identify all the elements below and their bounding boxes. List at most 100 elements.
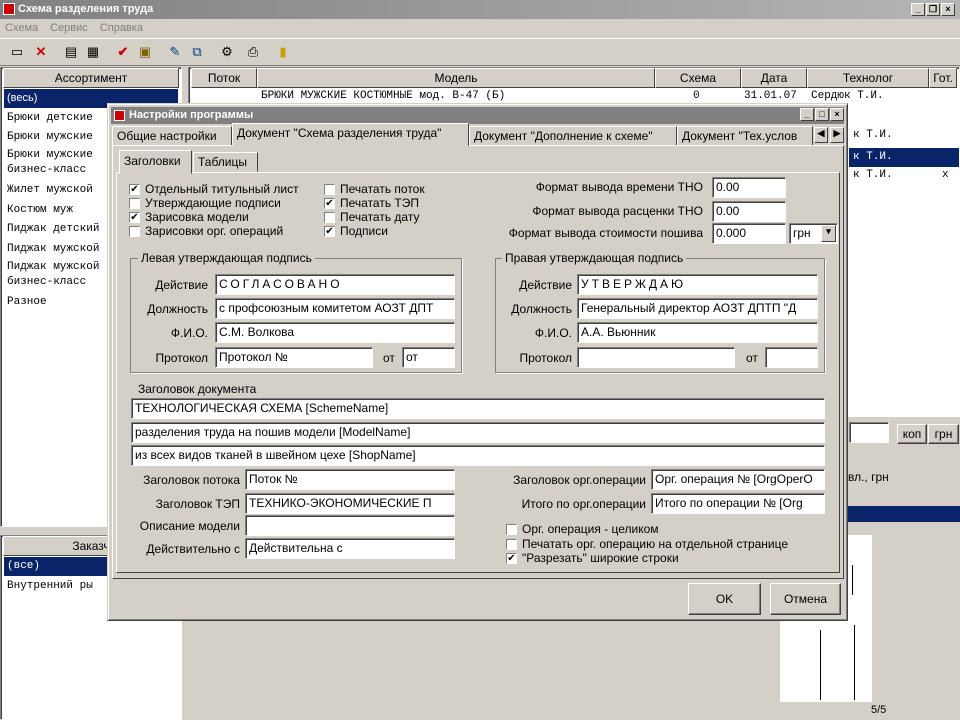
left-name-input[interactable]: С.М. Волкова [215,322,455,343]
checkbox-box[interactable] [129,225,140,237]
delete-icon[interactable]: ✕ [32,43,50,61]
left-protocol-input[interactable]: Протокол № [215,347,373,368]
dialog-close-icon[interactable]: × [830,108,844,121]
restore-icon[interactable]: ❐ [926,3,940,16]
chevron-down-icon[interactable]: ▾ [821,225,836,242]
org-op-total-input[interactable]: Итого по операции № [Org [651,493,825,514]
valid-from-label: Действительно с [146,542,240,556]
app-title: Схема разделения труда [18,3,154,15]
check-approval-signs[interactable]: Утверждающие подписи [129,196,281,210]
right-protocol-input[interactable] [577,347,735,368]
print-icon[interactable]: ⎙ [244,43,262,61]
check-cut-wide-rows[interactable]: ✔ "Разрезать" широкие строки [506,551,679,565]
checkbox-label: Печатать орг. операцию на отдельной стра… [522,537,789,551]
new-doc-icon[interactable]: ▭ [8,43,26,61]
tabs-scroll-right-icon[interactable]: ▶ [830,127,844,143]
check-org-sketches[interactable]: Зарисовки орг. операций [129,224,283,238]
price-format-label: Формат вывода расценки ТНО [532,204,703,218]
left-action-label: Действие [155,278,208,292]
tep-header-input[interactable]: ТЕХНИКО-ЭКОНОМИЧЕСКИЕ П [245,493,455,514]
cancel-button[interactable]: Отмена [770,583,841,615]
kop-button[interactable]: коп [897,424,927,444]
checkbox-label: Зарисовка модели [145,210,249,224]
check-title-page[interactable]: ✔ Отдельный титульный лист [129,182,299,196]
model-desc-input[interactable] [245,515,455,536]
tools-icon[interactable]: ⚙ [218,43,236,61]
minimize-icon[interactable]: _ [911,3,925,16]
grn-button[interactable]: грн [928,424,959,444]
right-input[interactable] [849,422,889,443]
flow-header-input[interactable]: Поток № [245,469,455,490]
check-print-date[interactable]: Печатать дату [324,210,419,224]
dialog-minimize-icon[interactable]: _ [800,108,814,121]
left-position-input[interactable]: с профсоюзным комитетом АОЗТ ДПТ [215,298,455,319]
cost-format-input[interactable]: 0.000 [712,223,786,244]
right-from-input[interactable] [765,347,818,368]
check-icon[interactable]: ✔ [114,43,132,61]
col-header-technologist[interactable]: Технолог [807,68,929,88]
tab-supplement-doc[interactable]: Документ "Дополнение к схеме" [469,126,677,146]
check-print-flow[interactable]: Печатать поток [324,182,425,196]
doc-header-title: Заголовок документа [138,382,257,396]
checkbox-box[interactable] [129,197,140,209]
ok-button[interactable]: OK [688,583,761,615]
check-model-sketch[interactable]: ✔ Зарисовка модели [129,210,249,224]
checkbox-box[interactable]: ✔ [506,552,517,564]
properties-icon[interactable]: ▤ [62,43,80,61]
doc-header-line-2[interactable]: разделения труда на пошив модели [ModelN… [131,422,825,443]
tabs-scroll-left-icon[interactable]: ◀ [814,127,828,143]
left-from-input[interactable]: от [402,347,455,368]
checkbox-box[interactable] [324,183,335,195]
grid-cell-done: x [942,169,949,181]
tab-scheme-doc[interactable]: Документ "Схема разделения труда" [232,123,469,146]
currency-value: грн [793,226,811,240]
time-format-input[interactable]: 0.00 [712,177,786,198]
menu-service[interactable]: Сервис [50,22,88,34]
check-signatures[interactable]: ✔ Подписи [324,224,388,238]
settings-dialog: Настройки программы _ □ × Общие настройк… [107,103,848,621]
org-op-header-input[interactable]: Орг. операция № [OrgOperO [651,469,825,490]
doc-header-line-3[interactable]: из всех видов тканей в швейном цехе [Sho… [131,445,825,466]
col-header-scheme[interactable]: Схема [655,68,741,88]
org-op-header-label: Заголовок орг.операции [513,473,646,487]
save-icon[interactable]: ▣ [136,43,154,61]
check-print-tep[interactable]: ✔ Печатать ТЭП [324,196,419,210]
grid-cell-scheme: 0 [693,90,700,102]
checkbox-box[interactable] [506,523,517,535]
left-action-input[interactable]: СОГЛАСОВАНО [215,274,455,295]
check-org-op-separate-page[interactable]: Печатать орг. операцию на отдельной стра… [506,537,788,551]
col-header-done[interactable]: Гот. [929,68,957,88]
dialog-maximize-icon[interactable]: □ [815,108,829,121]
right-position-label: Должность [511,302,572,316]
menu-scheme[interactable]: Схема [5,22,38,34]
checkbox-box[interactable] [324,211,335,223]
status-page: 5/5 [871,704,887,716]
col-header-date[interactable]: Дата [741,68,807,88]
assortment-header[interactable]: Ассортимент [3,68,179,88]
calculator-icon[interactable]: ▦ [84,43,102,61]
right-position-input[interactable]: Генеральный директор АОЗТ ДПТП "Д [577,298,818,319]
copy-icon[interactable]: ⧉ [188,43,206,61]
right-action-input[interactable]: УТВЕРЖДАЮ [577,274,818,295]
check-org-op-whole[interactable]: Орг. операция - целиком [506,522,659,536]
tab-general[interactable]: Общие настройки [112,126,232,146]
valid-from-input[interactable]: Действительна с [245,538,455,559]
doc-header-line-1[interactable]: ТЕХНОЛОГИЧЕСКАЯ СХЕМА [SchemeName] [131,398,825,419]
checkbox-label: "Разрезать" широкие строки [522,551,679,565]
col-header-model[interactable]: Модель [257,68,655,88]
checkbox-box[interactable] [506,538,517,550]
subtab-tables[interactable]: Таблицы [193,152,258,172]
tab-tech-conditions-doc[interactable]: Документ "Тех.услов [677,126,813,146]
subtab-headers[interactable]: Заголовки [119,150,192,174]
exit-icon[interactable]: ▮ [274,43,292,61]
link-icon[interactable]: ✎ [166,43,184,61]
checkbox-box[interactable]: ✔ [129,211,140,223]
right-name-input[interactable]: А.А. Вьюнник [577,322,818,343]
close-icon[interactable]: × [941,3,955,16]
price-format-input[interactable]: 0.00 [712,201,786,222]
menu-help[interactable]: Справка [100,22,143,34]
col-header-flow[interactable]: Поток [191,68,257,88]
checkbox-box[interactable]: ✔ [324,225,335,237]
checkbox-box[interactable]: ✔ [324,197,335,209]
checkbox-box[interactable]: ✔ [129,183,140,195]
